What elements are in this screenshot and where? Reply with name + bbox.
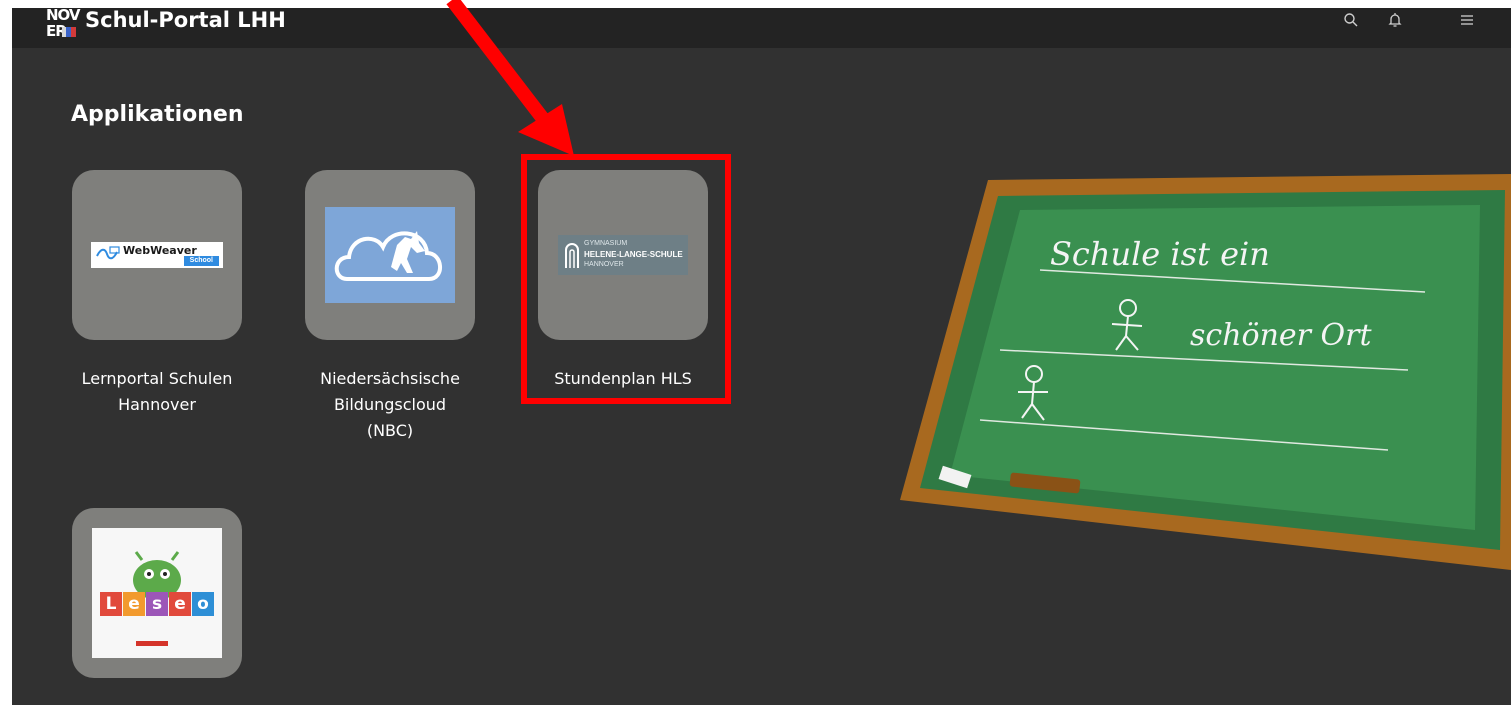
- app-label-nbc[interactable]: Niedersächsische Bildungscloud (NBC): [285, 366, 495, 444]
- leseo-letter: e: [123, 592, 145, 616]
- bell-icon[interactable]: [1383, 8, 1407, 32]
- chalk-text-line2: schöner Ort: [1190, 318, 1372, 353]
- publisher-badge: [136, 641, 168, 646]
- app-label-line: (NBC): [366, 421, 414, 440]
- app-label-line: Bildungscloud: [333, 395, 447, 414]
- leseo-letter: s: [146, 592, 168, 616]
- chalkboard-illustration: Schule ist ein schöner Ort: [900, 174, 1511, 570]
- logo-flag: [62, 27, 76, 37]
- leseo-letter: o: [192, 592, 214, 616]
- leseo-letter: L: [100, 592, 122, 616]
- top-bar: NOV ER Schul-Portal LHH: [12, 8, 1511, 48]
- chalk-text-line1: Schule ist ein: [1050, 235, 1270, 273]
- app-label-line: Lernportal Schulen: [81, 369, 233, 388]
- leseo-logo: L e s e o: [92, 528, 222, 658]
- section-heading: Applikationen: [71, 102, 244, 127]
- app-title: Schul-Portal LHH: [85, 8, 286, 32]
- menu-icon[interactable]: [1455, 8, 1479, 32]
- search-icon[interactable]: [1339, 8, 1363, 32]
- highlight-box: [521, 154, 731, 404]
- app-tile-lernportal[interactable]: WebWeaver School: [72, 170, 242, 340]
- webweaver-school-badge: School: [183, 256, 219, 266]
- novaer-logo[interactable]: NOV ER: [46, 8, 81, 42]
- app-label-lernportal[interactable]: Lernportal Schulen Hannover: [52, 366, 262, 418]
- app-label-line: Niedersächsische: [320, 369, 460, 388]
- webweaver-logo: WebWeaver School: [91, 242, 223, 268]
- nbc-logo: [325, 207, 455, 303]
- app-tile-leseo[interactable]: L e s e o: [72, 508, 242, 678]
- app-label-line: Hannover: [118, 395, 196, 414]
- leseo-letters: L e s e o: [100, 592, 215, 616]
- app-tile-nbc[interactable]: [305, 170, 475, 340]
- leseo-letter: e: [169, 592, 191, 616]
